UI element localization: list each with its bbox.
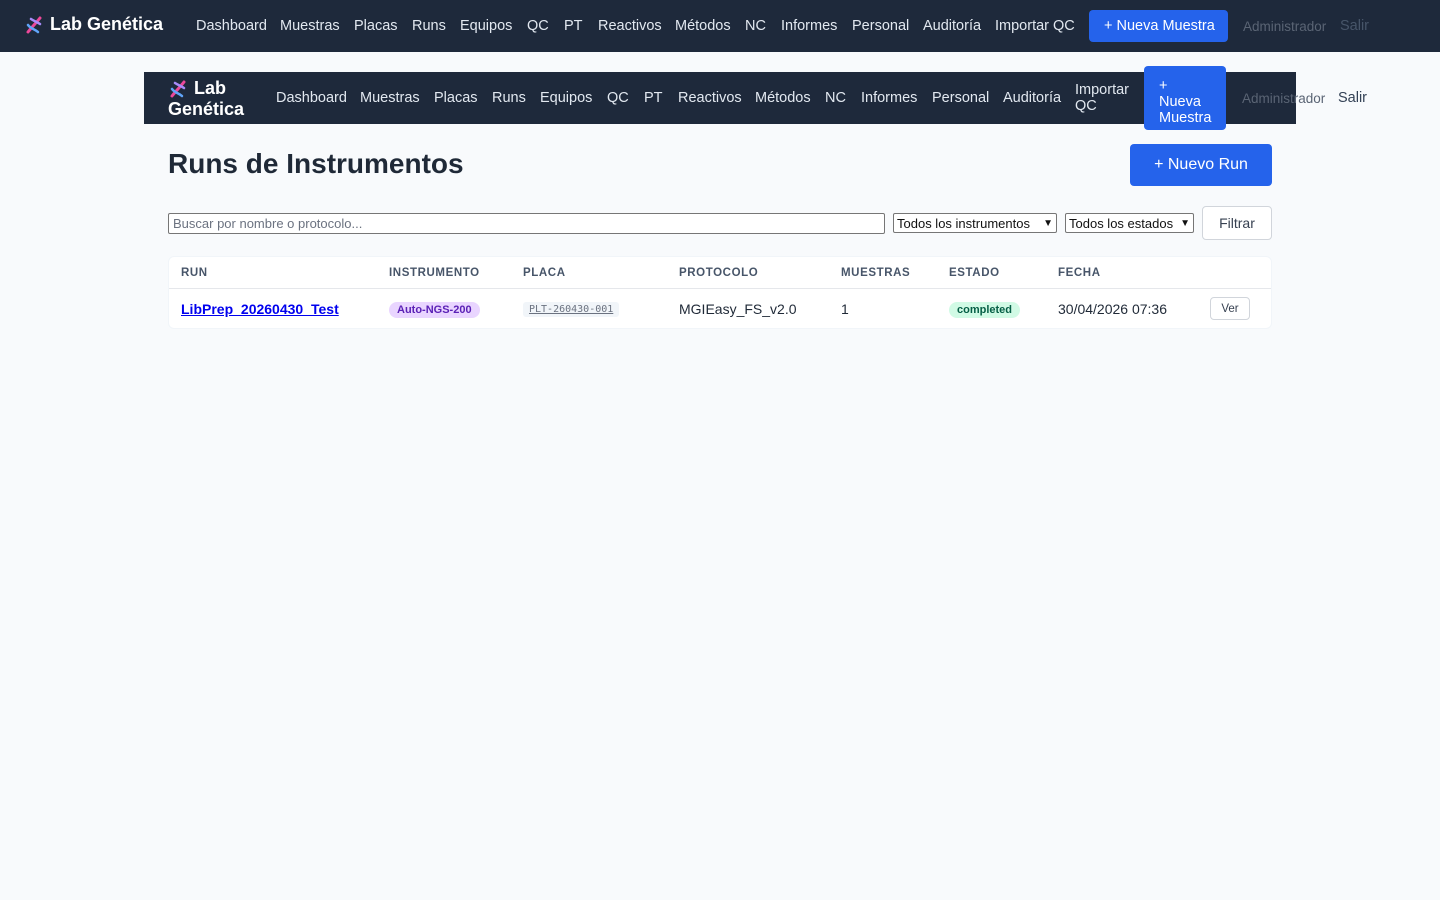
view-button[interactable]: Ver: [1210, 297, 1250, 320]
samples-count: 1: [841, 301, 849, 317]
sub-brand-logo[interactable]: Lab Genética: [168, 78, 244, 120]
subnav-dashboard[interactable]: Dashboard: [276, 90, 347, 106]
subnav-importar-qc[interactable]: Importar QC: [1075, 82, 1129, 114]
sub-user-name: Administrador: [1242, 91, 1326, 106]
instrument-select[interactable]: Todos los instrumentos ▼: [893, 213, 1057, 233]
chevron-down-icon: ▼: [1180, 217, 1190, 229]
plate-link[interactable]: PLT-260430-001: [523, 302, 620, 317]
subnav-reactivos[interactable]: Reactivos: [678, 90, 742, 106]
nav-dashboard[interactable]: Dashboard: [196, 18, 267, 34]
nav-runs[interactable]: Runs: [412, 18, 446, 34]
protocol-cell: MGIEasy_FS_v2.0: [679, 301, 797, 317]
nav-pt[interactable]: PT: [564, 18, 583, 34]
status-select[interactable]: Todos los estados ▼: [1065, 213, 1194, 233]
brand-name: Lab Genética: [50, 14, 164, 34]
filter-button[interactable]: Filtrar: [1202, 206, 1272, 240]
nav-placas[interactable]: Placas: [354, 18, 398, 34]
nav-reactivos[interactable]: Reactivos: [598, 18, 662, 34]
nav-personal[interactable]: Personal: [852, 18, 909, 34]
header-divider: [169, 288, 1271, 289]
logout-link[interactable]: Salir: [1340, 18, 1369, 34]
col-header-run: RUN: [181, 267, 208, 279]
sub-brand-line1: Lab: [194, 78, 227, 98]
sub-new-sample-l2: Nueva: [1159, 94, 1201, 110]
sub-navbar: Lab Genética Dashboard Muestras Placas R…: [144, 72, 1296, 124]
top-navbar: Lab Genética Dashboard Muestras Placas R…: [0, 0, 1440, 52]
new-sample-button[interactable]: + Nueva Muestra: [1089, 10, 1228, 42]
subnav-placas[interactable]: Placas: [434, 90, 478, 106]
nav-nc[interactable]: NC: [745, 18, 766, 34]
chevron-down-icon: ▼: [1043, 217, 1053, 229]
sub-new-sample-l1: +: [1159, 78, 1168, 94]
subnav-personal[interactable]: Personal: [932, 90, 989, 106]
nav-metodos[interactable]: Métodos: [675, 18, 731, 34]
brand-logo[interactable]: Lab Genética: [24, 14, 163, 35]
subnav-importar-line1: Importar: [1075, 82, 1129, 98]
nav-qc[interactable]: QC: [527, 18, 549, 34]
col-header-samples: MUESTRAS: [841, 267, 911, 279]
subnav-importar-line2: QC: [1075, 98, 1097, 114]
col-header-date: FECHA: [1058, 267, 1101, 279]
sub-new-sample-button[interactable]: + Nueva Muestra: [1144, 66, 1226, 130]
subnav-equipos[interactable]: Equipos: [540, 90, 592, 106]
runs-table: RUN INSTRUMENTO PLACA PROTOCOLO MUESTRAS…: [168, 256, 1272, 329]
col-header-protocol: PROTOCOLO: [679, 267, 759, 279]
col-header-status: ESTADO: [949, 267, 1000, 279]
dna-icon: [170, 80, 186, 97]
subnav-qc[interactable]: QC: [607, 90, 629, 106]
date-cell: 30/04/2026 07:36: [1058, 301, 1167, 317]
subnav-auditoria[interactable]: Auditoría: [1003, 90, 1061, 106]
subnav-metodos[interactable]: Métodos: [755, 90, 811, 106]
subnav-runs[interactable]: Runs: [492, 90, 526, 106]
sub-logout-link[interactable]: Salir: [1338, 90, 1367, 106]
instrument-badge: Auto-NGS-200: [389, 302, 480, 318]
status-badge: completed: [949, 302, 1021, 318]
subnav-pt[interactable]: PT: [644, 90, 663, 106]
page-title: Runs de Instrumentos: [168, 148, 464, 179]
subnav-informes[interactable]: Informes: [861, 90, 917, 106]
nav-equipos[interactable]: Equipos: [460, 18, 512, 34]
user-name: Administrador: [1243, 19, 1327, 34]
new-run-button[interactable]: + Nuevo Run: [1130, 144, 1272, 186]
sub-brand-line2: Genética: [168, 99, 245, 119]
nav-importar-qc[interactable]: Importar QC: [995, 18, 1075, 34]
subnav-nc[interactable]: NC: [825, 90, 846, 106]
status-select-value: Todos los estados: [1069, 215, 1174, 231]
instrument-select-value: Todos los instrumentos: [897, 215, 1030, 231]
sub-new-sample-l3: Muestra: [1159, 110, 1212, 126]
run-name-link[interactable]: LibPrep_20260430_Test: [181, 301, 339, 317]
nav-informes[interactable]: Informes: [781, 18, 837, 34]
subnav-muestras[interactable]: Muestras: [360, 90, 420, 106]
col-header-instrument: INSTRUMENTO: [389, 267, 480, 279]
nav-muestras[interactable]: Muestras: [280, 18, 340, 34]
search-input[interactable]: [168, 213, 885, 234]
nav-auditoria[interactable]: Auditoría: [923, 18, 981, 34]
col-header-plate: PLACA: [523, 267, 566, 279]
dna-icon: [26, 16, 42, 33]
